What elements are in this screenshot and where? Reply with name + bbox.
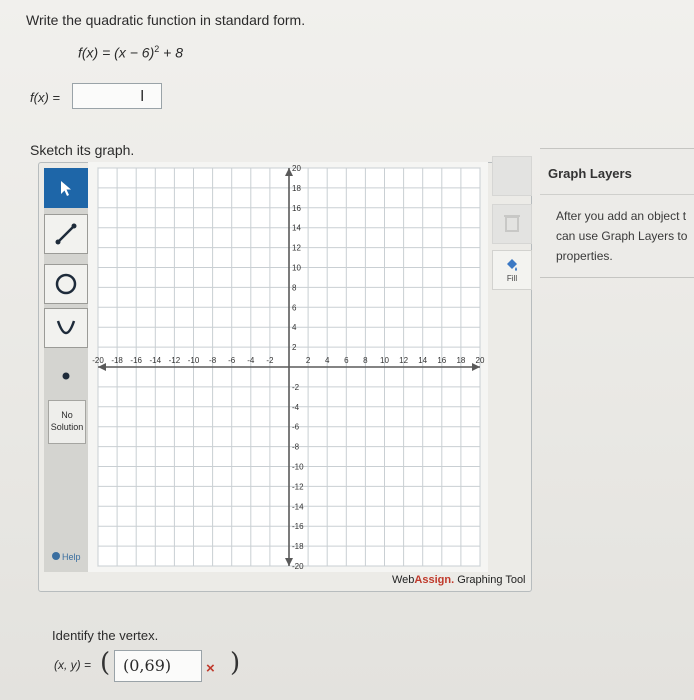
x-tick-label: -4 <box>247 356 255 365</box>
y-tick-label: 8 <box>292 283 297 292</box>
given-function-base: f(x) = (x − 6) <box>78 44 155 61</box>
y-tick-label: 18 <box>292 184 301 193</box>
fill-label: Fill <box>506 274 518 283</box>
y-tick-label: -4 <box>292 403 300 412</box>
y-tick-label: 2 <box>292 343 297 352</box>
fill-bucket-icon <box>507 259 517 271</box>
y-tick-label: -14 <box>292 502 304 511</box>
open-paren: ( <box>100 648 111 678</box>
incorrect-icon: × <box>206 660 215 677</box>
fill-tool[interactable]: Fill <box>492 250 532 290</box>
x-tick-label: 10 <box>380 356 389 365</box>
brand-prefix: Web <box>392 574 415 586</box>
x-tick-label: 18 <box>456 356 465 365</box>
layer-move-tool <box>492 156 532 196</box>
text-cursor-icon: I <box>140 88 145 105</box>
y-tick-label: 14 <box>292 224 301 233</box>
y-tick-label: 4 <box>292 323 297 332</box>
y-tick-label: -8 <box>292 443 300 452</box>
x-tick-label: -16 <box>130 356 142 365</box>
x-tick-label: 6 <box>344 356 349 365</box>
x-tick-label: -8 <box>209 356 217 365</box>
y-tick-label: -2 <box>292 383 300 392</box>
point-tool[interactable] <box>44 356 88 396</box>
line-tool[interactable] <box>44 214 88 254</box>
close-paren: ) <box>230 648 241 678</box>
help-label: Help <box>62 552 81 562</box>
x-tick-label: -14 <box>150 356 162 365</box>
given-function-constant: + 8 <box>159 44 183 61</box>
graph-layers-line1: After you add an object t <box>556 209 687 223</box>
pointer-tool[interactable] <box>44 168 88 208</box>
no-solution-line2: Solution <box>50 422 84 432</box>
x-tick-label: -6 <box>228 356 236 365</box>
y-tick-label: 16 <box>292 204 301 213</box>
graph-layers-title: Graph Layers <box>548 166 632 181</box>
vertex-input[interactable]: (0,69) <box>114 650 202 682</box>
question-instruction: Write the quadratic function in standard… <box>26 12 306 28</box>
x-tick-label: -12 <box>169 356 181 365</box>
y-tick-label: -16 <box>292 522 304 531</box>
y-tick-label: -10 <box>292 463 304 472</box>
graph-layers-description: After you add an object t can use Graph … <box>556 206 694 266</box>
pointer-icon <box>61 181 71 196</box>
x-tick-label: -2 <box>266 356 274 365</box>
coordinate-grid: -20 -18 -16 -14 -12 -10 -8 -6 -4 -2 2 4 6 8 10 12 14 16 18… <box>92 164 485 571</box>
y-tick-label: 12 <box>292 244 301 253</box>
vertex-question: Identify the vertex. <box>52 628 159 643</box>
point-icon <box>62 372 70 380</box>
no-solution-line1: No <box>61 410 73 420</box>
y-tick-label: 6 <box>292 303 297 312</box>
x-tick-label: -20 <box>92 356 104 365</box>
x-tick-label: 8 <box>363 356 368 365</box>
x-tick-label: 14 <box>418 356 427 365</box>
trash-icon <box>504 215 520 232</box>
help-icon <box>52 552 60 560</box>
x-tick-label: 2 <box>306 356 311 365</box>
brand-name: Assign. <box>414 574 455 586</box>
answer-label: f(x) = <box>30 90 60 105</box>
graph-canvas[interactable]: -20 -18 -16 -14 -12 -10 -8 -6 -4 -2 2 4 6 8 10 12 14 16 18… <box>88 162 488 572</box>
circle-tool[interactable] <box>44 264 88 304</box>
graph-layers-divider <box>540 194 694 195</box>
webassign-branding: WebAssign. Graphing Tool <box>392 574 526 586</box>
y-tick-label: 10 <box>292 264 301 273</box>
y-tick-label: -6 <box>292 423 300 432</box>
y-tick-label: -18 <box>292 542 304 551</box>
y-tick-label: 20 <box>292 164 301 173</box>
y-tick-label: -12 <box>292 482 304 491</box>
sketch-prompt: Sketch its graph. <box>30 142 135 158</box>
x-tick-label: 4 <box>325 356 330 365</box>
graph-layers-line2: can use Graph Layers to <box>556 229 688 243</box>
vertex-prefix: (x, y) = <box>54 658 92 672</box>
x-tick-label: -18 <box>111 356 123 365</box>
x-tick-label: 16 <box>437 356 446 365</box>
x-tick-label: -10 <box>188 356 200 365</box>
parabola-icon <box>56 320 76 335</box>
standard-form-input[interactable] <box>72 83 162 109</box>
brand-suffix: Graphing Tool <box>454 574 526 586</box>
x-tick-label: 12 <box>399 356 408 365</box>
circle-icon <box>55 273 77 295</box>
delete-tool <box>492 204 532 244</box>
y-tick-label: -20 <box>292 562 304 571</box>
parabola-tool[interactable] <box>44 308 88 348</box>
graph-layers-line3: properties. <box>556 249 613 263</box>
help-link[interactable]: Help <box>52 552 81 562</box>
no-solution-button[interactable]: No Solution <box>48 400 86 444</box>
given-function: f(x) = (x − 6)2 + 8 <box>78 44 183 61</box>
line-segment-icon <box>55 223 77 245</box>
x-tick-label: 20 <box>476 356 485 365</box>
